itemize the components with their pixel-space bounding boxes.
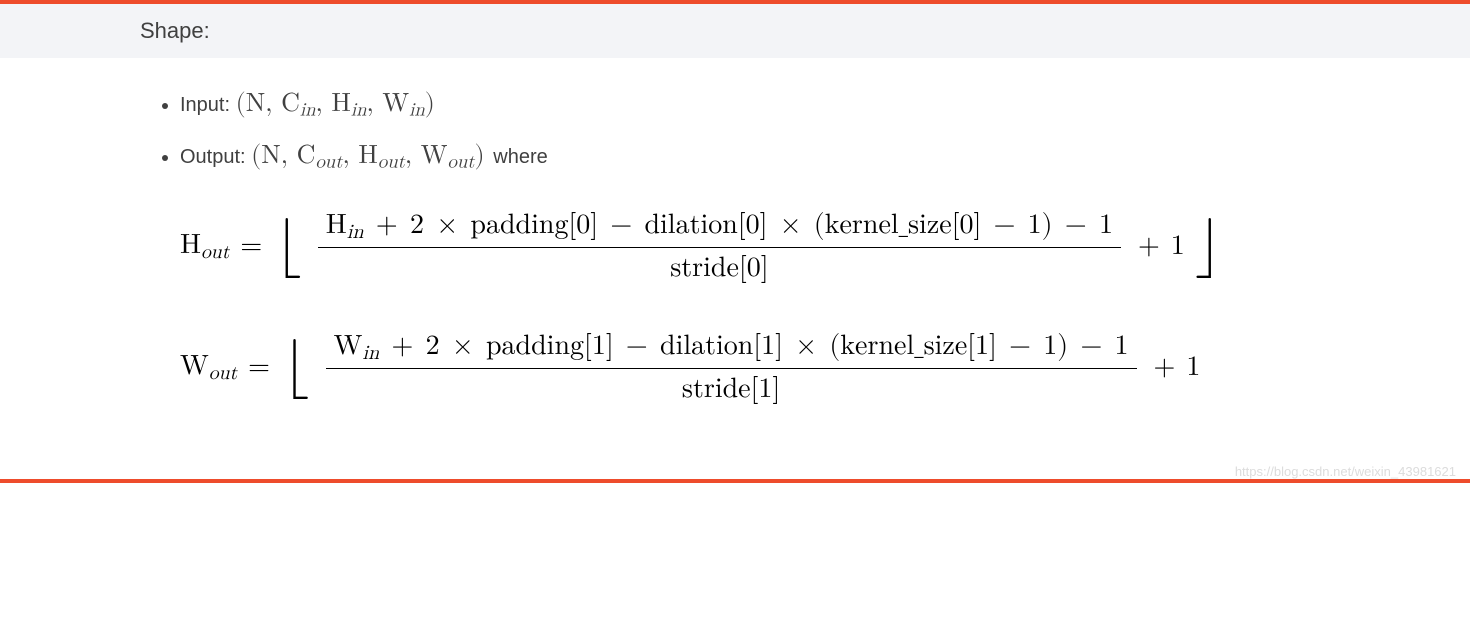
shape-section: Shape: Input: (N, Cin, Hin, Win) Output:… <box>0 0 1470 483</box>
section-body: Input: (N, Cin, Hin, Win) Output: (N, Co… <box>0 58 1470 478</box>
input-tuple: (N, Cin, Hin, Win) <box>236 91 435 117</box>
hout-lhs: Hout <box>180 228 229 264</box>
section-title: Shape: <box>140 18 210 43</box>
floor-right-icon: ⌋ <box>1193 229 1224 262</box>
wout-lhs: Wout <box>180 349 237 385</box>
wout-numerator: Win + 2 × padding[1] − dilation[1] × (ke… <box>326 327 1137 369</box>
hout-formula-container: Hout = ⌊ Hin + 2 × padding[0] − dilation… <box>180 206 1330 299</box>
wout-denominator: stride[1] <box>674 369 788 406</box>
hout-fraction: Hin + 2 × padding[0] − dilation[0] × (ke… <box>318 206 1121 285</box>
input-label: Input: <box>180 94 236 116</box>
floor-left-icon: ⌊ <box>281 350 312 383</box>
section-header: Shape: <box>0 4 1470 58</box>
hout-denominator: stride[0] <box>662 248 776 285</box>
where-text: where <box>493 146 547 168</box>
input-item: Input: (N, Cin, Hin, Win) <box>180 78 1330 130</box>
output-tuple: (N, Cout, Hout, Wout) <box>251 143 493 169</box>
shape-list: Input: (N, Cin, Hin, Win) Output: (N, Co… <box>140 78 1330 182</box>
wout-fraction: Win + 2 × padding[1] − dilation[1] × (ke… <box>326 327 1137 406</box>
floor-left-icon: ⌊ <box>273 229 304 262</box>
hout-formula: Hout = ⌊ Hin + 2 × padding[0] − dilation… <box>180 206 1330 285</box>
wout-formula: Wout = ⌊ Win + 2 × padding[1] − dilation… <box>180 327 1330 406</box>
output-item: Output: (N, Cout, Hout, Wout) where <box>180 130 1330 182</box>
hout-scroll[interactable]: Hout = ⌊ Hin + 2 × padding[0] − dilation… <box>180 206 1330 299</box>
wout-scroll[interactable]: Wout = ⌊ Win + 2 × padding[1] − dilation… <box>180 327 1330 420</box>
wout-formula-container: Wout = ⌊ Win + 2 × padding[1] − dilation… <box>180 327 1330 420</box>
hout-numerator: Hin + 2 × padding[0] − dilation[0] × (ke… <box>318 206 1121 248</box>
watermark: https://blog.csdn.net/weixin_43981621 <box>0 464 1470 479</box>
output-label: Output: <box>180 146 251 168</box>
